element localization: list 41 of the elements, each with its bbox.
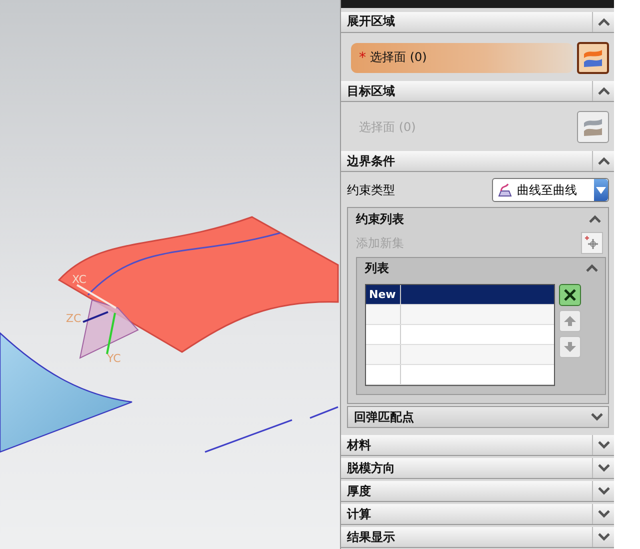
section-title: 材料 xyxy=(346,436,372,454)
section-title: 目标区域 xyxy=(346,82,396,100)
selection-label: 选择面 (0) xyxy=(359,118,416,136)
chevron-up-icon xyxy=(589,215,601,223)
section-title: 结果显示 xyxy=(346,528,396,546)
constraint-type-label: 约束类型 xyxy=(347,182,396,198)
selection-field[interactable]: * 选择面 (0) xyxy=(351,42,573,73)
constraint-type-dropdown[interactable]: 曲线至曲线 xyxy=(492,178,609,202)
section-title: 展开区域 xyxy=(346,13,396,30)
chevron-down-icon xyxy=(598,510,610,518)
arrow-up-icon xyxy=(564,316,576,326)
chevron-down-icon xyxy=(598,464,610,472)
chevron-up-icon xyxy=(598,157,610,165)
selection-label: 选择面 (0) xyxy=(370,49,427,66)
chevron-up-icon xyxy=(598,87,610,96)
chevron-down-icon xyxy=(598,487,610,495)
required-mark: * xyxy=(359,50,366,66)
section-title: 边界条件 xyxy=(346,152,396,170)
group-title: 回弹匹配点 xyxy=(353,408,415,426)
select-face-button[interactable] xyxy=(577,42,609,74)
table-row[interactable]: New xyxy=(366,285,554,305)
section-title: 厚度 xyxy=(346,482,372,500)
curve-icon xyxy=(497,182,513,198)
axis-label: XC xyxy=(72,273,86,286)
chevron-down-icon xyxy=(598,441,610,449)
dropdown-arrow-icon xyxy=(596,186,606,194)
section-title: 脱模方向 xyxy=(346,460,396,476)
axis-label: YC xyxy=(107,352,121,365)
crosshair-plus-icon xyxy=(584,235,600,251)
delete-button[interactable] xyxy=(559,284,581,306)
chevron-up-icon xyxy=(598,18,610,26)
chevron-down-icon xyxy=(598,533,610,541)
group-title: 约束列表 xyxy=(354,210,405,228)
axis-label: ZC xyxy=(66,312,82,325)
close-icon xyxy=(563,288,577,302)
chevron-up-icon xyxy=(586,264,598,272)
chevron-down-icon xyxy=(591,413,603,421)
arrow-down-icon xyxy=(564,342,576,352)
group-title: 列表 xyxy=(364,260,390,276)
table-cell: New xyxy=(366,285,401,304)
section-title: 计算 xyxy=(346,506,372,522)
